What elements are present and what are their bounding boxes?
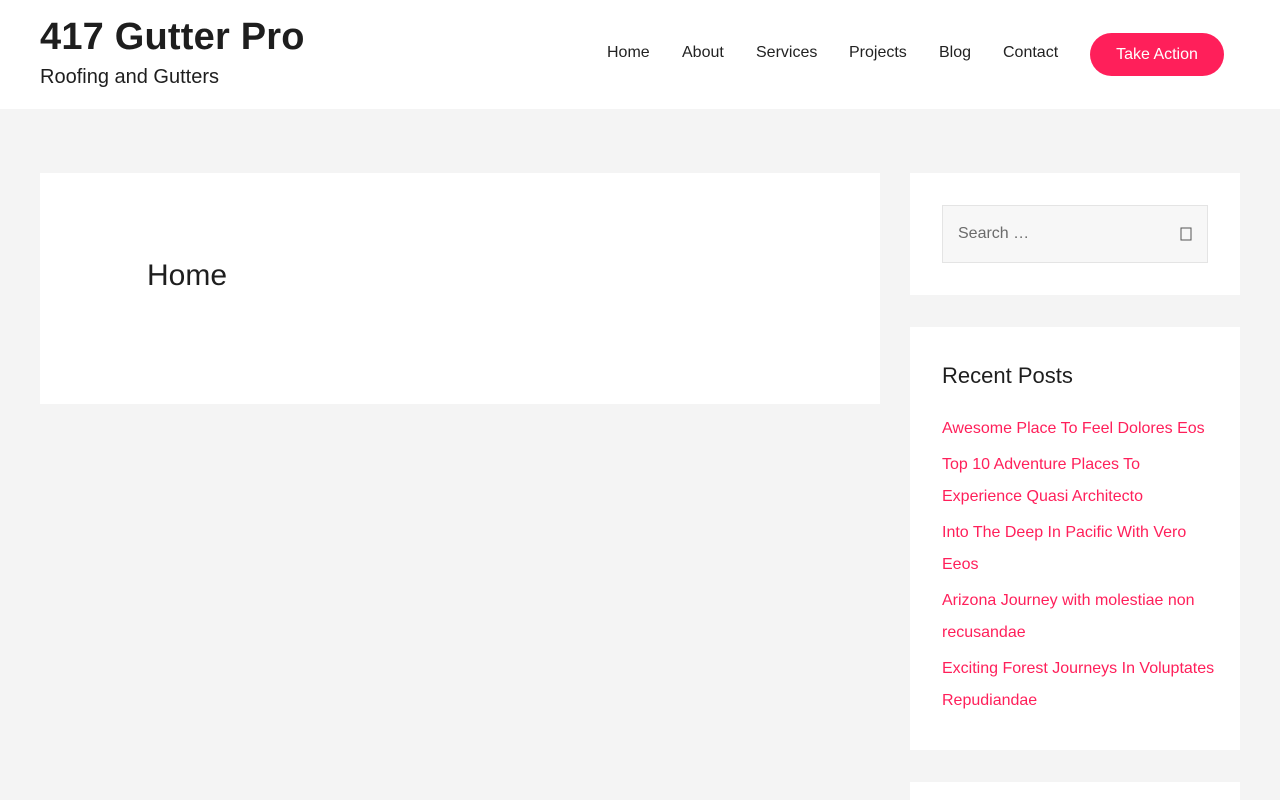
sidebar-widget-partial xyxy=(910,782,1240,800)
nav-item-blog[interactable]: Blog xyxy=(939,44,971,62)
take-action-button[interactable]: Take Action xyxy=(1090,33,1224,76)
site-tagline: Roofing and Gutters xyxy=(40,66,219,88)
search-form[interactable]: Search … xyxy=(942,205,1208,263)
recent-posts-title: Recent Posts xyxy=(942,363,1073,388)
main-content-card: Home xyxy=(40,173,880,404)
list-item: Top 10 Adventure Places To Experience Qu… xyxy=(942,449,1222,513)
search-icon[interactable] xyxy=(1180,226,1192,242)
nav-item-contact[interactable]: Contact xyxy=(1003,44,1058,62)
recent-post-link[interactable]: Arizona Journey with molestiae non recus… xyxy=(942,585,1222,649)
recent-post-link[interactable]: Into The Deep In Pacific With Vero Eeos xyxy=(942,517,1222,581)
list-item: Awesome Place To Feel Dolores Eos xyxy=(942,413,1222,445)
list-item: Exciting Forest Journeys In Voluptates R… xyxy=(942,653,1222,717)
list-item: Into The Deep In Pacific With Vero Eeos xyxy=(942,517,1222,581)
recent-post-link[interactable]: Exciting Forest Journeys In Voluptates R… xyxy=(942,653,1222,717)
nav-item-home[interactable]: Home xyxy=(607,44,650,62)
site-title[interactable]: 417 Gutter Pro xyxy=(40,16,305,59)
recent-post-link[interactable]: Top 10 Adventure Places To Experience Qu… xyxy=(942,449,1222,513)
nav-item-services[interactable]: Services xyxy=(756,44,817,62)
page-title: Home xyxy=(147,259,228,292)
search-widget: Search … xyxy=(910,173,1240,295)
site-header: 417 Gutter Pro Roofing and Gutters Home … xyxy=(0,0,1280,109)
recent-post-link[interactable]: Awesome Place To Feel Dolores Eos xyxy=(942,413,1222,445)
nav-item-projects[interactable]: Projects xyxy=(849,44,907,62)
nav-item-about[interactable]: About xyxy=(682,44,724,62)
search-input[interactable]: Search … xyxy=(958,225,1029,243)
list-item: Arizona Journey with molestiae non recus… xyxy=(942,585,1222,649)
recent-posts-widget: Recent Posts Awesome Place To Feel Dolor… xyxy=(910,327,1240,750)
recent-posts-list: Awesome Place To Feel Dolores Eos Top 10… xyxy=(942,413,1222,721)
